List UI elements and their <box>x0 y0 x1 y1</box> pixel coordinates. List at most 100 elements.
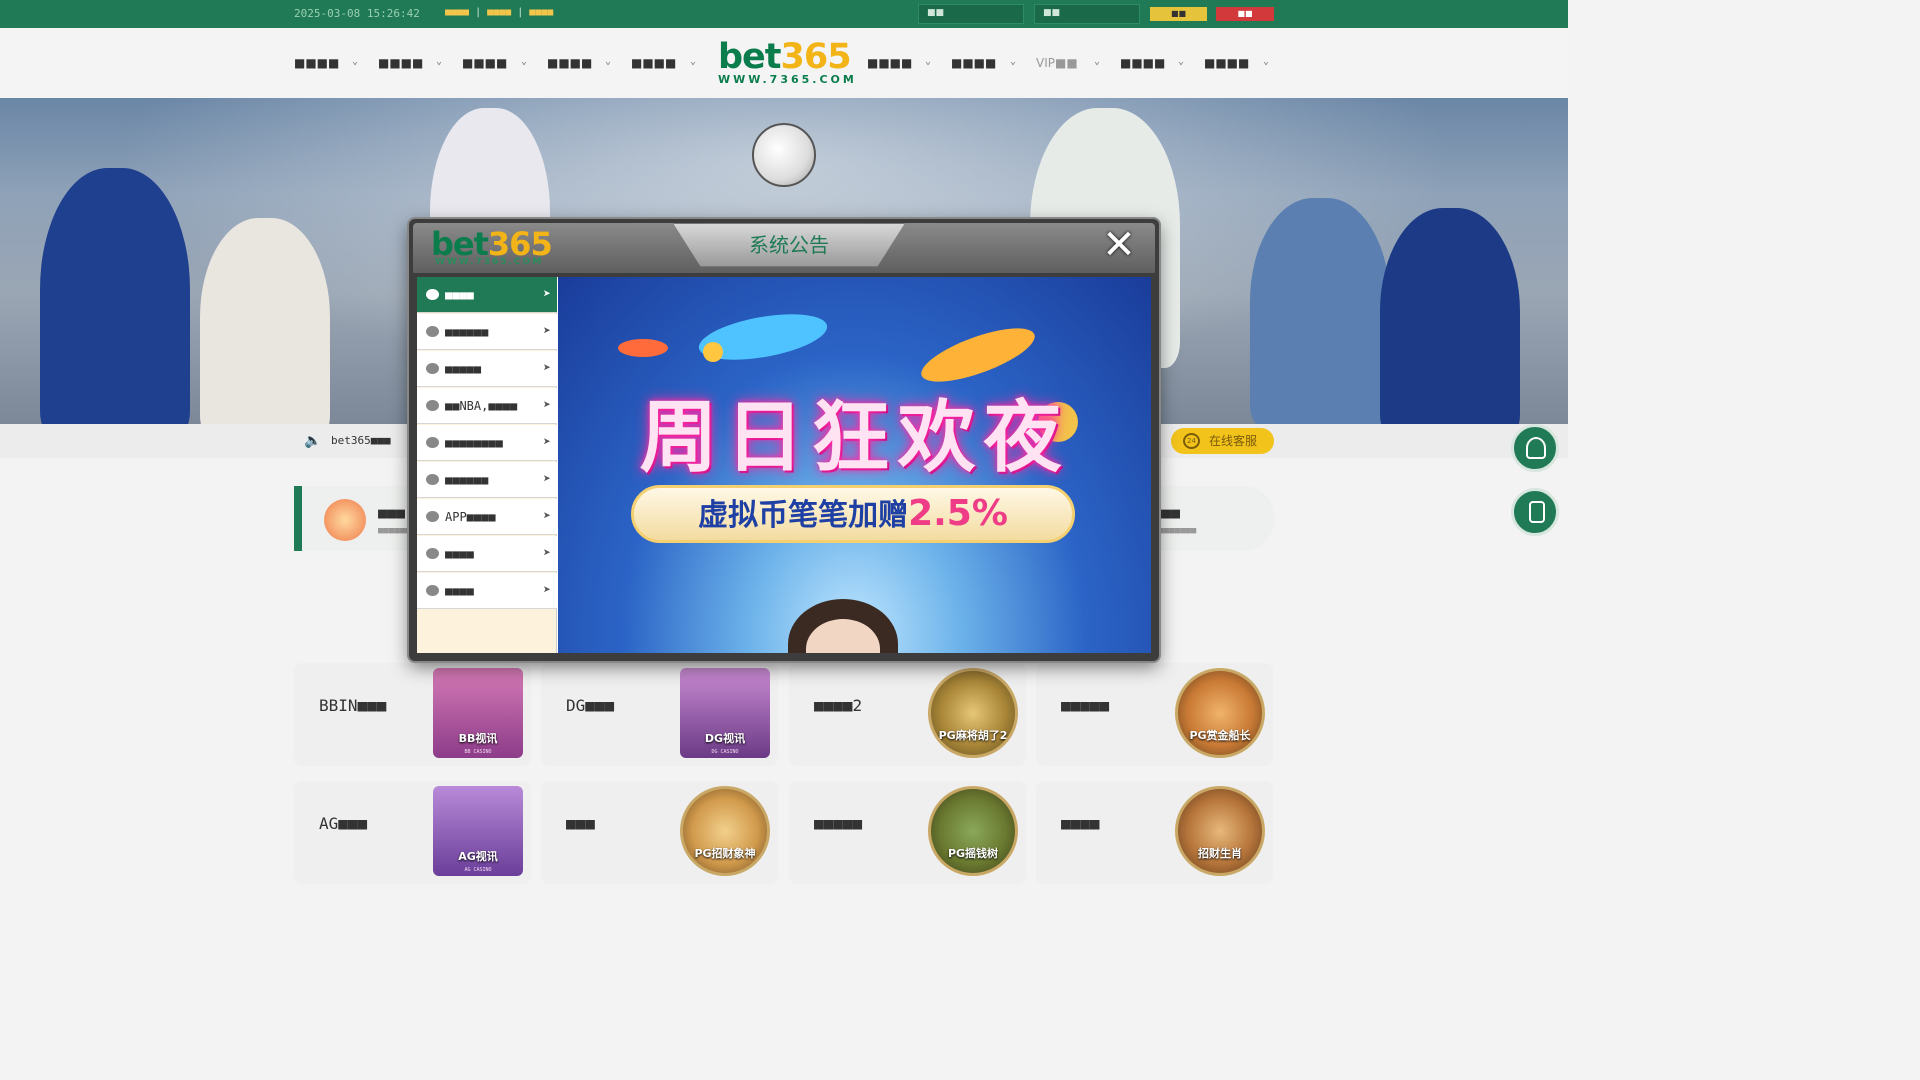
nav-item-2[interactable]: ■■■■ <box>378 56 423 70</box>
chat-bubble-icon <box>426 511 439 522</box>
thumb-caption: AG视讯 <box>458 850 498 863</box>
password-input[interactable]: ■■ <box>1034 4 1140 24</box>
phone-icon <box>1529 501 1545 523</box>
nav-item-4[interactable]: ■■■■ <box>547 56 592 70</box>
player-image <box>1380 208 1520 424</box>
promo-right-sub: ■■■■■■■■ <box>1153 526 1197 536</box>
menu-item-label: ■■■■■■ <box>445 473 489 487</box>
game-card[interactable]: AG■■■ AG视讯 AG CASINO <box>294 781 531 884</box>
nav-item-6[interactable]: ■■■■ <box>867 56 912 70</box>
chevron-down-icon: ⌄ <box>1263 56 1270 67</box>
game-card[interactable]: DG■■■ DG视讯 DG CASINO <box>541 663 778 766</box>
provider-badge: PG <box>1178 671 1197 679</box>
logo-text: bet <box>718 37 782 77</box>
poster-headline: 周日狂欢夜 <box>639 393 1070 483</box>
online-service-label: 在线客服 <box>1209 434 1258 448</box>
announcement-menu-item[interactable]: ■■■■■ ➤ <box>417 351 557 387</box>
modal-title: 系统公告 <box>673 223 905 267</box>
top-bar: 2025-03-08 15:26:42 ■■■■ | ■■■■ | ■■■■ ■■ ■■… <box>0 0 1568 28</box>
customer-service-float[interactable] <box>1511 424 1559 472</box>
logo-url: WWW.7365.COM <box>718 73 857 86</box>
top-link-3[interactable]: ■■■■ <box>529 7 553 18</box>
game-card[interactable]: ■■■■ KY 招财生肖 <box>1036 781 1273 884</box>
player-image <box>1250 198 1390 424</box>
thumb-caption: BB视讯 <box>458 732 498 745</box>
chevron-down-icon: ⌄ <box>1094 56 1101 67</box>
arrow-right-icon: ➤ <box>543 435 551 450</box>
game-card[interactable]: ■■■■2 PG PG麻将胡了2 <box>789 663 1026 766</box>
arrow-right-icon: ➤ <box>543 398 551 413</box>
online-service-button[interactable]: 24 在线客服 <box>1171 428 1274 454</box>
game-card[interactable]: BBIN■■■ BB视讯 BB CASINO <box>294 663 531 766</box>
game-card[interactable]: ■■■ PG PG招财象神 <box>541 781 778 884</box>
thumb-caption: PG麻将胡了2 <box>938 729 1008 742</box>
register-button[interactable]: ■■ <box>1216 7 1274 21</box>
site-logo[interactable]: bet365 WWW.7365.COM <box>718 37 857 86</box>
menu-item-label: ■■■■■ <box>445 362 482 376</box>
menu-item-label: APP■■■■ <box>445 510 496 524</box>
main-nav: ■■■■ ⌄ ■■■■ ⌄ ■■■■ ⌄ ■■■■ ⌄ ■■■■ ⌄ bet36… <box>0 28 1568 98</box>
chevron-down-icon: ⌄ <box>690 56 697 67</box>
poster-offer-text: 虚拟币笔笔加赠 <box>698 498 909 533</box>
notice-marquee[interactable]: bet365■■■ <box>331 434 391 447</box>
game-card[interactable]: ■■■■■ PG PG摇钱树 <box>789 781 1026 884</box>
nav-item-3[interactable]: ■■■■ <box>462 56 507 70</box>
arrow-right-icon: ➤ <box>543 287 551 302</box>
top-link-1[interactable]: ■■■■ <box>445 7 469 18</box>
arrow-right-icon: ➤ <box>543 583 551 598</box>
nav-item-vip[interactable]: VIP■■ <box>1036 56 1078 70</box>
chevron-down-icon: ⌄ <box>925 56 932 67</box>
logo-accent: 365 <box>780 37 852 77</box>
chevron-down-icon: ⌄ <box>352 56 359 67</box>
announcement-menu-item[interactable]: ■■■■ ➤ <box>417 277 557 313</box>
modal-logo-url: WWW.7365.COM <box>435 257 544 267</box>
top-link-2[interactable]: ■■■■ <box>487 7 511 18</box>
promo-left-title: ■■■ <box>378 504 406 522</box>
chat-bubble-icon <box>426 400 439 411</box>
game-thumbnail: PG PG招财象神 <box>680 786 770 876</box>
announcement-poster: 周日狂欢夜 虚拟币笔笔加赠2.5% <box>558 277 1151 653</box>
mobile-app-float[interactable] <box>1511 488 1559 536</box>
username-input[interactable]: ■■ <box>918 4 1024 24</box>
chevron-down-icon: ⌄ <box>1010 56 1017 67</box>
menu-item-label: ■■NBA,■■■■ <box>445 399 518 413</box>
announcement-menu-item[interactable]: ■■■■■■■■ ➤ <box>417 425 557 461</box>
provider-badge: KY <box>1178 789 1196 797</box>
provider-badge: PG <box>931 789 950 797</box>
announcement-menu-item[interactable]: ■■NBA,■■■■ ➤ <box>417 388 557 424</box>
game-thumbnail: AG视讯 AG CASINO <box>433 786 523 876</box>
thumb-caption: PG招财象神 <box>694 847 756 860</box>
thumb-caption: PG赏金船长 <box>1189 729 1251 742</box>
game-card[interactable]: ■■■■■ PG PG赏金船长 <box>1036 663 1273 766</box>
close-icon[interactable]: ✕ <box>1099 225 1139 267</box>
arrow-right-icon: ➤ <box>543 324 551 339</box>
player-image <box>40 168 190 424</box>
game-thumbnail: BB视讯 BB CASINO <box>433 668 523 758</box>
game-thumbnail: PG PG摇钱树 <box>928 786 1018 876</box>
game-name: ■■■■■ <box>1061 696 1110 715</box>
announcement-menu-item[interactable]: ■■■■■■ ➤ <box>417 314 557 350</box>
announcement-menu-item[interactable]: APP■■■■ ➤ <box>417 499 557 535</box>
announcement-menu-item[interactable]: ■■■■ ➤ <box>417 573 557 609</box>
menu-item-label: ■■■■ <box>445 288 474 302</box>
nav-item-1[interactable]: ■■■■ <box>294 56 339 70</box>
nav-item-10[interactable]: ■■■■ <box>1204 56 1249 70</box>
provider-badge: PG <box>931 671 950 679</box>
chat-bubble-icon <box>426 289 439 300</box>
announcement-menu-item[interactable]: ■■■■■■ ➤ <box>417 462 557 498</box>
thumb-sub: AG CASINO <box>464 867 492 873</box>
speaker-icon: 🔈 <box>304 433 322 449</box>
game-name: AG■■■ <box>319 814 368 833</box>
nav-item-5[interactable]: ■■■■ <box>631 56 676 70</box>
login-button[interactable]: ■■ <box>1150 7 1207 21</box>
game-thumbnail: PG PG麻将胡了2 <box>928 668 1018 758</box>
announcement-menu-item[interactable]: ■■■■ ➤ <box>417 536 557 572</box>
game-name: ■■■■■ <box>814 814 863 833</box>
thumb-caption: DG视讯 <box>704 732 746 745</box>
game-thumbnail: DG视讯 DG CASINO <box>680 668 770 758</box>
game-name: ■■■ <box>566 814 595 833</box>
nav-item-7[interactable]: ■■■■ <box>951 56 996 70</box>
nav-item-9[interactable]: ■■■■ <box>1120 56 1165 70</box>
thumb-caption: 招财生肖 <box>1198 847 1242 860</box>
menu-item-label: ■■■■■■ <box>445 325 489 339</box>
